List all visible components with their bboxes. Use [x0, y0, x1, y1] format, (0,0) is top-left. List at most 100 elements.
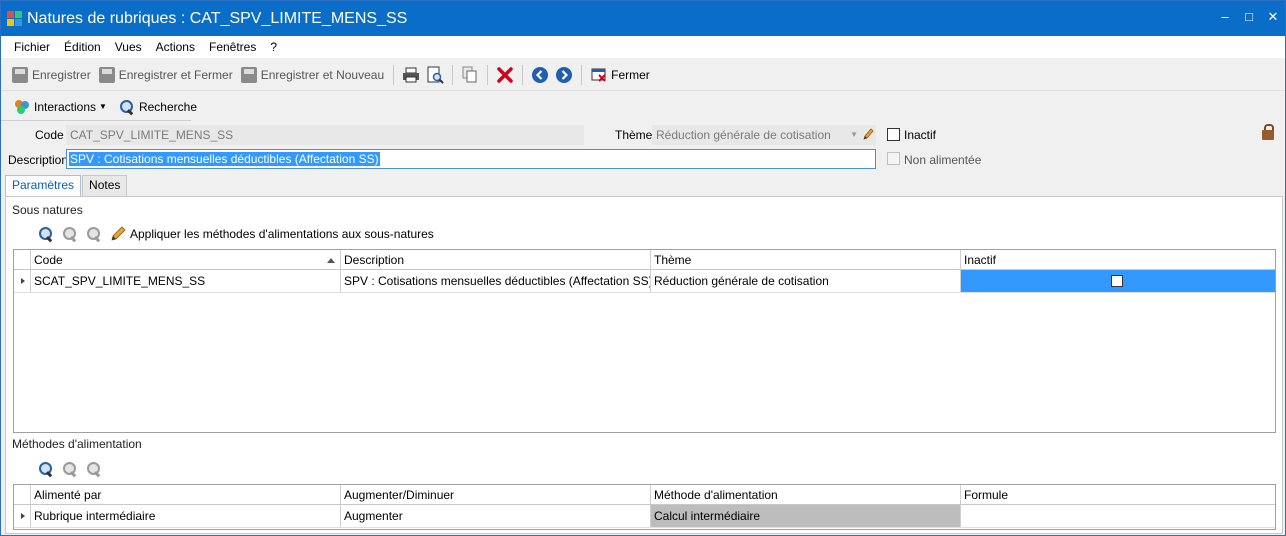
- close-window-button[interactable]: ✕: [1267, 10, 1279, 24]
- menu-actions[interactable]: Actions: [149, 40, 202, 54]
- non-alimentee-label: Non alimentée: [904, 153, 982, 167]
- zoom-in-icon[interactable]: [62, 226, 78, 242]
- zoom-out-icon[interactable]: [86, 226, 102, 242]
- row-indicator: [14, 505, 31, 527]
- column-header-description[interactable]: Description: [341, 250, 651, 269]
- maximize-button[interactable]: □: [1243, 10, 1255, 24]
- column-header-theme[interactable]: Thème: [651, 250, 961, 269]
- save-close-icon: [98, 66, 115, 83]
- main-window: Natures de rubriques : CAT_SPV_LIMITE_ME…: [0, 0, 1286, 536]
- cell-description[interactable]: SPV : Cotisations mensuelles déductibles…: [341, 270, 651, 292]
- theme-value: Réduction générale de cotisation: [656, 128, 831, 142]
- search-label: Recherche: [138, 99, 197, 114]
- close-form-icon: [591, 67, 607, 83]
- toolbar-separator: [452, 64, 454, 85]
- table-row[interactable]: SCAT_SPV_LIMITE_MENS_SS SPV : Cotisation…: [14, 270, 1275, 293]
- description-input[interactable]: SPV : Cotisations mensuelles déductibles…: [66, 149, 876, 169]
- column-header-augmenter[interactable]: Augmenter/Diminuer: [341, 485, 651, 504]
- save-new-icon: [240, 66, 257, 83]
- methodes-toolbar: [34, 457, 106, 481]
- column-header-formule[interactable]: Formule: [961, 485, 1275, 504]
- chevron-down-icon: ▼: [99, 102, 107, 111]
- menu-bar: Fichier Édition Vues Actions Fenêtres ?: [1, 36, 1285, 58]
- column-header-code[interactable]: Code: [31, 250, 341, 269]
- chevron-down-icon: ▼: [850, 130, 858, 139]
- cell-augmenter[interactable]: Augmenter: [341, 505, 651, 527]
- save-new-label: Enregistrer et Nouveau: [260, 67, 385, 82]
- column-header-code-label: Code: [34, 253, 63, 267]
- cell-inactif[interactable]: [961, 270, 1275, 292]
- save-close-button[interactable]: Enregistrer et Fermer: [95, 62, 237, 88]
- search-icon: [119, 99, 135, 115]
- inactif-row-checkbox[interactable]: [1111, 275, 1123, 287]
- code-field[interactable]: CAT_SPV_LIMITE_MENS_SS: [66, 125, 584, 145]
- secondary-toolbar: Interactions ▼ Recherche: [1, 93, 197, 121]
- methodes-title: Méthodes d'alimentation: [12, 437, 142, 451]
- inactif-checkbox[interactable]: [887, 128, 900, 141]
- menu-vues[interactable]: Vues: [108, 40, 149, 54]
- toolbar-separator: [581, 64, 583, 85]
- search-icon[interactable]: [38, 461, 54, 477]
- tab-notes[interactable]: Notes: [82, 175, 128, 197]
- methodes-header: Alimenté par Augmenter/Diminuer Méthode …: [14, 485, 1275, 505]
- close-label: Fermer: [611, 67, 650, 82]
- tab-parametres[interactable]: Paramètres: [5, 175, 82, 197]
- menu-fichier[interactable]: Fichier: [7, 40, 57, 54]
- zoom-out-icon[interactable]: [86, 461, 102, 477]
- row-indicator: [14, 270, 31, 292]
- delete-icon[interactable]: [496, 66, 514, 84]
- toolbar-separator: [522, 64, 524, 85]
- app-icon: [7, 10, 23, 27]
- non-alimentee-checkbox[interactable]: [887, 152, 900, 165]
- sous-natures-title: Sous natures: [12, 203, 83, 217]
- cell-code[interactable]: SCAT_SPV_LIMITE_MENS_SS: [31, 270, 341, 292]
- close-button[interactable]: Fermer: [587, 62, 654, 88]
- search-icon[interactable]: [38, 226, 54, 242]
- sous-natures-grid: Code Description Thème Inactif SCAT_SPV_…: [13, 249, 1276, 433]
- print-preview-icon[interactable]: [426, 66, 444, 84]
- row-indicator-header: [14, 250, 31, 269]
- code-label: Code: [35, 128, 64, 142]
- cell-formule[interactable]: [961, 505, 1275, 527]
- menu-help[interactable]: ?: [263, 40, 284, 54]
- cell-theme[interactable]: Réduction générale de cotisation: [651, 270, 961, 292]
- save-label: Enregistrer: [32, 67, 91, 82]
- cell-methode[interactable]: Calcul intermédiaire: [651, 505, 961, 527]
- description-value: SPV : Cotisations mensuelles déductibles…: [69, 152, 380, 166]
- previous-icon[interactable]: [531, 66, 549, 84]
- window-title: Natures de rubriques : CAT_SPV_LIMITE_ME…: [27, 9, 408, 27]
- sort-ascending-icon: [327, 258, 335, 263]
- save-button[interactable]: Enregistrer: [8, 62, 95, 88]
- description-label: Description: [8, 153, 69, 167]
- column-header-inactif[interactable]: Inactif: [961, 250, 1275, 269]
- sous-natures-toolbar: Appliquer les méthodes d'alimentations a…: [34, 222, 438, 246]
- interactions-label: Interactions: [34, 99, 97, 114]
- lock-icon: [1262, 124, 1274, 141]
- zoom-in-icon[interactable]: [62, 461, 78, 477]
- interactions-dropdown[interactable]: Interactions ▼: [10, 94, 111, 120]
- apply-methods-button[interactable]: Appliquer les méthodes d'alimentations a…: [106, 221, 438, 247]
- main-toolbar: Enregistrer Enregistrer et Fermer Enregi…: [1, 59, 1285, 91]
- column-header-alimente-par[interactable]: Alimenté par: [31, 485, 341, 504]
- cell-alimente-par[interactable]: Rubrique intermédiaire: [31, 505, 341, 527]
- print-icon[interactable]: [402, 66, 420, 84]
- save-new-button[interactable]: Enregistrer et Nouveau: [237, 62, 388, 88]
- inactif-label: Inactif: [904, 128, 937, 142]
- theme-select[interactable]: Réduction générale de cotisation ▼: [652, 125, 876, 145]
- copy-icon[interactable]: [461, 66, 479, 84]
- menu-fenetres[interactable]: Fenêtres: [202, 40, 263, 54]
- theme-label: Thème: [615, 128, 653, 142]
- apply-methods-label: Appliquer les méthodes d'alimentations a…: [130, 227, 434, 241]
- edit-pencil-icon[interactable]: [862, 127, 874, 147]
- column-header-methode[interactable]: Méthode d'alimentation: [651, 485, 961, 504]
- next-icon[interactable]: [555, 66, 573, 84]
- interactions-icon: [14, 99, 30, 115]
- search-button[interactable]: Recherche: [111, 94, 201, 120]
- toolbar-separator: [393, 64, 395, 85]
- pencil-icon: [110, 226, 126, 242]
- row-indicator-header: [14, 485, 31, 504]
- minimize-button[interactable]: ‒: [1219, 10, 1231, 24]
- table-row[interactable]: Rubrique intermédiaire Augmenter Calcul …: [14, 505, 1275, 528]
- menu-edition[interactable]: Édition: [57, 40, 108, 54]
- sous-natures-header: Code Description Thème Inactif: [14, 250, 1275, 270]
